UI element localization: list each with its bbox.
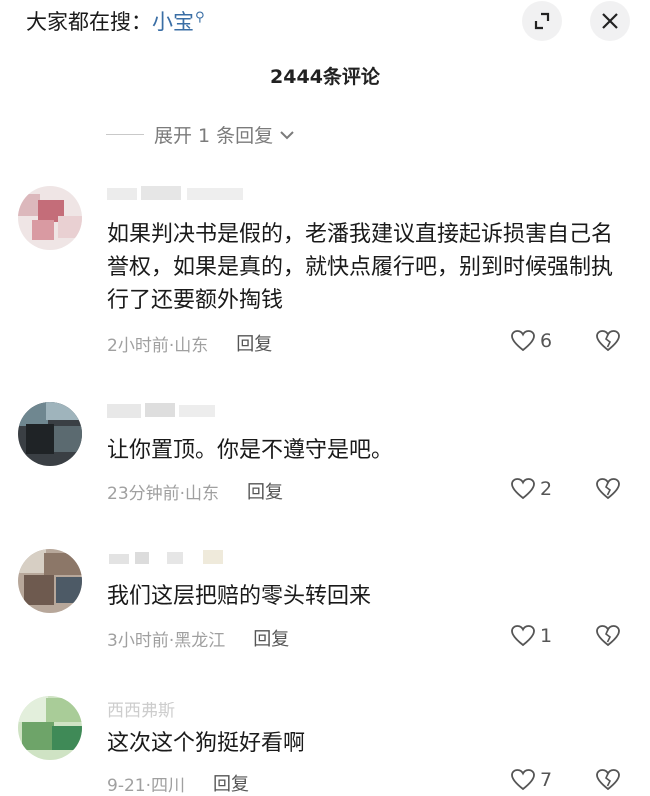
username: 西西弗斯 (107, 702, 175, 721)
expand-replies-button[interactable]: 展开 1 条回复 (106, 121, 295, 148)
like-count: 7 (540, 769, 553, 791)
close-button[interactable] (590, 1, 630, 41)
collapse-icon (534, 12, 550, 30)
reply-button[interactable]: 回复 (253, 625, 289, 651)
heart-icon (511, 330, 535, 352)
like-button[interactable]: 1 (510, 624, 552, 648)
avatar[interactable] (18, 186, 82, 250)
dislike-button[interactable] (595, 768, 621, 796)
avatar[interactable] (18, 696, 82, 760)
username-blurred[interactable] (107, 548, 237, 568)
comment-count-title: 2444条评论 (270, 66, 380, 88)
reply-button[interactable]: 回复 (236, 330, 272, 356)
divider-line (106, 134, 144, 135)
broken-heart-icon (596, 330, 620, 352)
avatar[interactable] (18, 402, 82, 466)
reply-button[interactable]: 回复 (247, 478, 283, 504)
broken-heart-icon (596, 478, 620, 500)
comment-text: 我们这层把赔的零头转回来 (107, 584, 372, 609)
avatar[interactable] (18, 549, 82, 613)
comment-time-location: 2小时前·山东 (107, 335, 209, 356)
comment-meta: 9-21·四川 回复 (107, 770, 249, 796)
comment-meta: 3小时前·黑龙江 回复 (107, 625, 289, 651)
comment-time-location: 23分钟前·山东 (107, 483, 220, 504)
trending-search-hint[interactable]: 大家都在搜：小宝⚲ (26, 6, 205, 36)
heart-icon (511, 769, 535, 791)
like-button[interactable]: 7 (510, 768, 552, 792)
heart-icon (511, 625, 535, 647)
username-blurred[interactable] (107, 184, 247, 204)
like-count: 6 (540, 330, 553, 352)
like-count: 2 (540, 478, 553, 500)
reply-button[interactable]: 回复 (213, 770, 249, 796)
like-count: 1 (540, 625, 553, 647)
comment-meta: 23分钟前·山东 回复 (107, 478, 283, 504)
comment-text: 如果判决书是假的，老潘我建议直接起诉损害自己名誉权，如果是真的，就快点履行吧，别… (107, 222, 614, 313)
dislike-button[interactable] (595, 329, 621, 357)
dislike-button[interactable] (595, 477, 621, 505)
trending-search-prefix: 大家都在搜： (26, 10, 152, 34)
username-blurred[interactable]: 西西弗斯 (107, 702, 227, 722)
top-bar: 大家都在搜：小宝⚲ (0, 0, 650, 44)
chevron-down-icon (279, 129, 295, 141)
like-button[interactable]: 2 (510, 477, 552, 501)
like-button[interactable]: 6 (510, 329, 552, 353)
broken-heart-icon (596, 625, 620, 647)
username-blurred[interactable] (107, 401, 217, 421)
close-icon (602, 13, 618, 29)
heart-icon (511, 478, 535, 500)
comment-time-location: 9-21·四川 (107, 775, 185, 796)
trending-search-keyword[interactable]: 小宝 (152, 10, 194, 34)
dislike-button[interactable] (595, 624, 621, 652)
comment-time-location: 3小时前·黑龙江 (107, 630, 226, 651)
broken-heart-icon (596, 769, 620, 791)
comment-text: 让你置顶。你是不遵守是吧。 (107, 438, 394, 463)
comment-text: 这次这个狗挺好看啊 (107, 731, 306, 756)
comment-meta: 2小时前·山东 回复 (107, 330, 272, 356)
search-icon: ⚲ (195, 10, 205, 25)
expand-replies-label: 展开 1 条回复 (154, 125, 274, 147)
collapse-button[interactable] (522, 1, 562, 41)
